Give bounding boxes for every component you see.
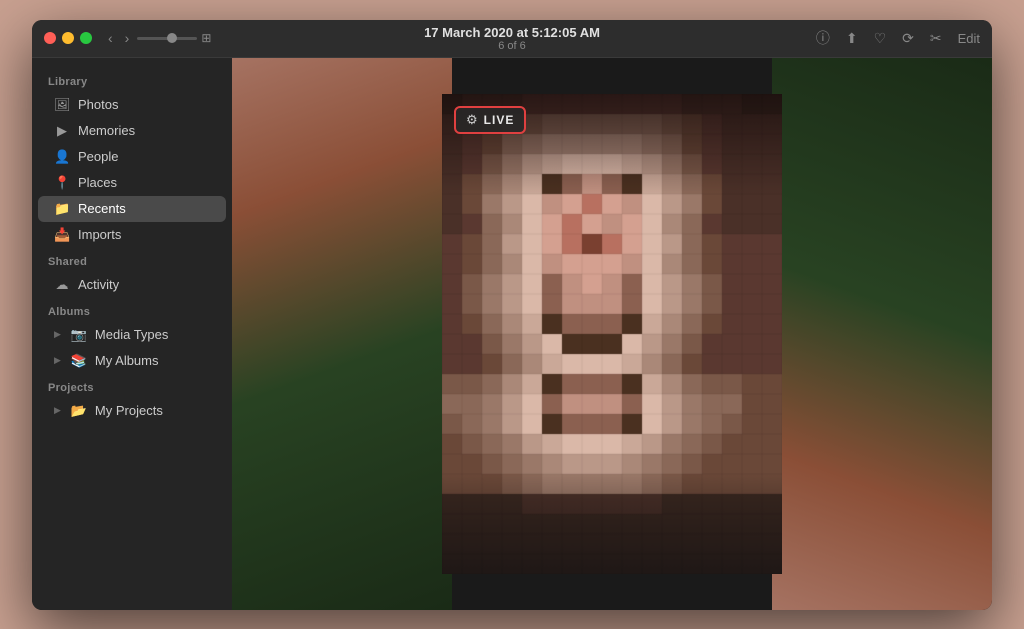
sidebar-item-memories[interactable]: ▶ Memories [38, 118, 226, 144]
photo-container: ⚙ LIVE [442, 94, 782, 574]
sidebar-label-my-albums: My Albums [95, 353, 159, 368]
sidebar-label-my-projects: My Projects [95, 403, 163, 418]
photos-icon: 🖼 [54, 97, 70, 113]
close-button[interactable] [44, 32, 56, 44]
sidebar-item-recents[interactable]: 📁 Recents [38, 196, 226, 222]
sidebar-label-recents: Recents [78, 201, 126, 216]
sidebar-label-people: People [78, 149, 118, 164]
info-icon[interactable]: ⓘ [816, 28, 830, 48]
titlebar: ‹ › ⊞ 17 March 2020 at 5:12:05 AM 6 of 6… [32, 20, 992, 58]
zoom-slider-thumb [167, 33, 177, 43]
toolbar-actions: ⓘ ⬆ ♡ ⟳ ✂ Edit [816, 28, 980, 48]
forward-button[interactable]: › [121, 28, 134, 48]
heart-icon[interactable]: ♡ [874, 30, 887, 47]
live-badge[interactable]: ⚙ LIVE [454, 106, 526, 134]
imports-icon: 📥 [54, 227, 70, 243]
expand-icon-media: ▶ [54, 329, 61, 340]
sidebar-label-places: Places [78, 175, 117, 190]
activity-icon: ☁ [54, 277, 70, 293]
live-gear-icon: ⚙ [466, 112, 478, 128]
photo-date: 17 March 2020 at 5:12:05 AM [424, 25, 600, 40]
expand-icon-albums: ▶ [54, 355, 61, 366]
albums-section-label: Albums [32, 298, 232, 322]
sidebar-item-my-albums[interactable]: ▶ 📚 My Albums [38, 348, 226, 374]
sidebar-label-media-types: Media Types [95, 327, 168, 342]
sidebar: Library 🖼 Photos ▶ Memories 👤 People 📍 P… [32, 58, 232, 610]
app-window: ‹ › ⊞ 17 March 2020 at 5:12:05 AM 6 of 6… [32, 20, 992, 610]
places-icon: 📍 [54, 175, 70, 191]
sidebar-item-people[interactable]: 👤 People [38, 144, 226, 170]
minimize-button[interactable] [62, 32, 74, 44]
back-button[interactable]: ‹ [104, 28, 117, 48]
recents-icon: 📁 [54, 201, 70, 217]
memories-icon: ▶ [54, 123, 70, 139]
live-badge-label: LIVE [484, 113, 515, 127]
sidebar-item-imports[interactable]: 📥 Imports [38, 222, 226, 248]
my-projects-icon: 📂 [71, 403, 87, 419]
share-icon[interactable]: ⬆ [846, 30, 858, 47]
tools-icon[interactable]: ✂ [930, 30, 942, 47]
media-types-icon: 📷 [71, 327, 87, 343]
zoom-slider-group: ⊞ [137, 31, 211, 45]
sidebar-label-memories: Memories [78, 123, 135, 138]
my-albums-icon: 📚 [71, 353, 87, 369]
rotate-icon[interactable]: ⟳ [902, 30, 914, 47]
projects-section-label: Projects [32, 374, 232, 398]
shared-section-label: Shared [32, 248, 232, 272]
expand-icon-projects: ▶ [54, 405, 61, 416]
bg-left [232, 58, 452, 610]
sidebar-label-activity: Activity [78, 277, 119, 292]
content-area: Library 🖼 Photos ▶ Memories 👤 People 📍 P… [32, 58, 992, 610]
traffic-lights [44, 32, 92, 44]
photo-count: 6 of 6 [424, 40, 600, 52]
sidebar-item-media-types[interactable]: ▶ 📷 Media Types [38, 322, 226, 348]
sidebar-item-photos[interactable]: 🖼 Photos [38, 92, 226, 118]
zoom-slider[interactable] [137, 37, 197, 40]
bg-right [772, 58, 992, 610]
photo-canvas[interactable] [442, 94, 782, 574]
sidebar-item-activity[interactable]: ☁ Activity [38, 272, 226, 298]
maximize-button[interactable] [80, 32, 92, 44]
library-section-label: Library [32, 68, 232, 92]
nav-buttons: ‹ › [104, 28, 133, 48]
sidebar-item-places[interactable]: 📍 Places [38, 170, 226, 196]
titlebar-title: 17 March 2020 at 5:12:05 AM 6 of 6 [424, 25, 600, 52]
sidebar-item-my-projects[interactable]: ▶ 📂 My Projects [38, 398, 226, 424]
grid-icon: ⊞ [201, 31, 211, 45]
sidebar-label-photos: Photos [78, 97, 118, 112]
people-icon: 👤 [54, 149, 70, 165]
main-content: ⚙ LIVE [232, 58, 992, 610]
edit-button[interactable]: Edit [958, 31, 980, 46]
sidebar-label-imports: Imports [78, 227, 121, 242]
